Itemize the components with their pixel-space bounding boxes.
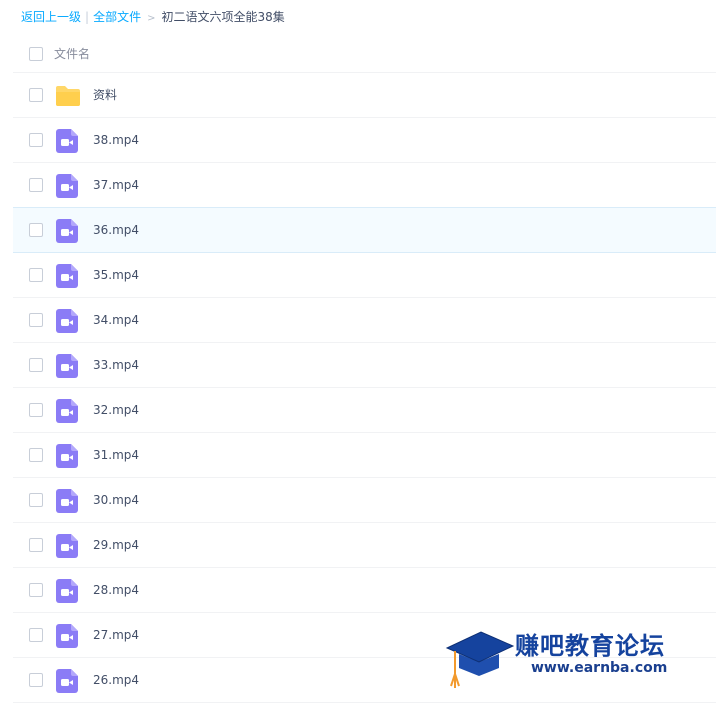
- file-row[interactable]: 31.mp4: [13, 433, 716, 478]
- watermark: 赚吧教育论坛 www.earnba.com: [445, 624, 707, 690]
- row-checkbox[interactable]: [29, 88, 43, 102]
- all-files-link[interactable]: 全部文件: [93, 10, 141, 24]
- back-link[interactable]: 返回上一级: [21, 10, 81, 24]
- row-checkbox[interactable]: [29, 448, 43, 462]
- file-row[interactable]: 28.mp4: [13, 568, 716, 613]
- row-checkbox[interactable]: [29, 673, 43, 687]
- row-checkbox[interactable]: [29, 628, 43, 642]
- video-file-icon: [56, 264, 80, 288]
- video-file-icon: [56, 489, 80, 513]
- video-file-icon: [56, 354, 80, 378]
- video-file-icon: [56, 624, 80, 648]
- file-name-label[interactable]: 30.mp4: [93, 478, 139, 523]
- row-checkbox[interactable]: [29, 583, 43, 597]
- row-checkbox[interactable]: [29, 133, 43, 147]
- file-name-label[interactable]: 27.mp4: [93, 613, 139, 658]
- file-row[interactable]: 29.mp4: [13, 523, 716, 568]
- video-file-icon: [56, 669, 80, 693]
- file-row[interactable]: 32.mp4: [13, 388, 716, 433]
- file-row[interactable]: 36.mp4: [13, 207, 716, 253]
- watermark-title: 赚吧教育论坛: [515, 632, 665, 660]
- file-row[interactable]: 38.mp4: [13, 118, 716, 163]
- video-file-icon: [56, 399, 80, 423]
- breadcrumb-separator: |: [85, 10, 90, 24]
- file-name-label[interactable]: 32.mp4: [93, 388, 139, 433]
- column-header-filename[interactable]: 文件名: [54, 30, 90, 78]
- file-row[interactable]: 37.mp4: [13, 163, 716, 208]
- row-checkbox[interactable]: [29, 403, 43, 417]
- file-name-label[interactable]: 38.mp4: [93, 118, 139, 163]
- list-header: 文件名: [13, 30, 716, 73]
- file-name-label[interactable]: 26.mp4: [93, 658, 139, 703]
- file-name-label[interactable]: 35.mp4: [93, 253, 139, 298]
- file-name-label[interactable]: 34.mp4: [93, 298, 139, 343]
- video-file-icon: [56, 579, 80, 603]
- file-row[interactable]: 30.mp4: [13, 478, 716, 523]
- file-name-label[interactable]: 36.mp4: [93, 208, 139, 253]
- current-folder-label: 初二语文六项全能38集: [161, 10, 285, 24]
- file-row[interactable]: 34.mp4: [13, 298, 716, 343]
- row-checkbox[interactable]: [29, 358, 43, 372]
- file-row[interactable]: 33.mp4: [13, 343, 716, 388]
- file-row[interactable]: 35.mp4: [13, 253, 716, 298]
- file-name-label[interactable]: 29.mp4: [93, 523, 139, 568]
- file-list: 文件名 资料 38.mp4 37.mp4 36.mp4 35.mp4 34.mp4 33.m…: [13, 30, 716, 703]
- select-all-checkbox[interactable]: [29, 47, 43, 61]
- file-name-label[interactable]: 37.mp4: [93, 163, 139, 208]
- video-file-icon: [56, 129, 80, 153]
- row-checkbox[interactable]: [29, 178, 43, 192]
- row-checkbox[interactable]: [29, 538, 43, 552]
- breadcrumb-arrow-icon: >: [147, 13, 156, 24]
- file-name-label[interactable]: 31.mp4: [93, 433, 139, 478]
- watermark-url: www.earnba.com: [531, 660, 668, 676]
- row-checkbox[interactable]: [29, 313, 43, 327]
- graduation-cap-icon: [445, 631, 515, 688]
- row-checkbox[interactable]: [29, 223, 43, 237]
- video-file-icon: [56, 534, 80, 558]
- file-name-label[interactable]: 33.mp4: [93, 343, 139, 388]
- video-file-icon: [56, 174, 80, 198]
- row-checkbox[interactable]: [29, 493, 43, 507]
- video-file-icon: [56, 309, 80, 333]
- folder-row[interactable]: 资料: [13, 73, 716, 118]
- row-checkbox[interactable]: [29, 268, 43, 282]
- breadcrumb: 返回上一级 | 全部文件 > 初二语文六项全能38集: [21, 9, 285, 25]
- file-name-label[interactable]: 28.mp4: [93, 568, 139, 613]
- folder-icon: [55, 85, 80, 109]
- video-file-icon: [56, 219, 80, 243]
- file-name-label[interactable]: 资料: [93, 73, 117, 118]
- video-file-icon: [56, 444, 80, 468]
